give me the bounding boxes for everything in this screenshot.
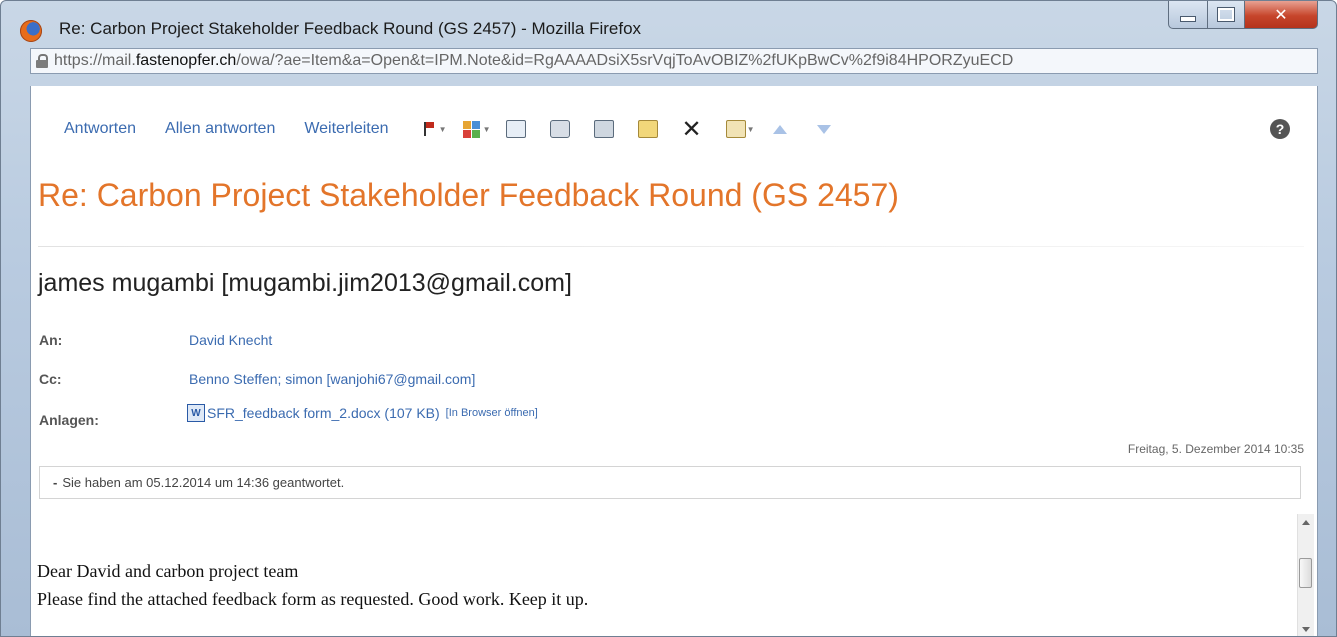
body-line: Please find the attached feedback form a… xyxy=(37,589,589,609)
scroll-down-icon[interactable] xyxy=(1302,627,1310,632)
info-bullet: - xyxy=(53,475,58,490)
info-notice: Sie haben am 05.12.2014 um 14:36 geantwo… xyxy=(62,475,345,490)
to-label: An: xyxy=(39,332,63,348)
categories-icon[interactable]: ▼ xyxy=(462,119,491,139)
mail-content: Antworten Allen antworten Weiterleiten ▼… xyxy=(30,86,1319,636)
word-document-icon: W xyxy=(187,404,205,422)
view-message-icon[interactable] xyxy=(505,119,526,139)
maximize-button[interactable] xyxy=(1207,1,1245,29)
cc-label: Cc: xyxy=(39,371,62,387)
divider xyxy=(38,246,1304,247)
open-in-browser-link[interactable]: [In Browser öffnen] xyxy=(446,407,538,419)
firefox-logo-icon xyxy=(20,20,42,42)
url-prefix: https://mail. xyxy=(54,52,136,69)
attachment-link[interactable]: SFR_feedback form_2.docx (107 KB) xyxy=(207,405,440,421)
message-toolbar: Antworten Allen antworten Weiterleiten ▼… xyxy=(31,114,1319,144)
url-path: /owa/?ae=Item&a=Open&t=IPM.Note&id=RgAAA… xyxy=(236,52,1014,69)
print-preview-icon[interactable] xyxy=(593,119,614,139)
close-button[interactable]: ✕ xyxy=(1244,1,1318,29)
attachment-row: W SFR_feedback form_2.docx (107 KB) [In … xyxy=(187,404,538,422)
url-text[interactable]: https://mail.fastenopfer.ch/owa/?ae=Item… xyxy=(54,52,1013,70)
forward-button[interactable]: Weiterleiten xyxy=(304,120,388,138)
cc-recipients-link[interactable]: Benno Steffen; simon [wanjohi67@gmail.co… xyxy=(189,371,475,387)
reply-all-button[interactable]: Allen antworten xyxy=(165,120,275,138)
to-recipient-link[interactable]: David Knecht xyxy=(189,332,272,348)
print-icon[interactable] xyxy=(549,119,570,139)
sender: james mugambi [mugambi.jim2013@gmail.com… xyxy=(38,269,572,297)
minimize-button[interactable] xyxy=(1168,1,1208,29)
delete-icon[interactable]: ✕ xyxy=(681,115,701,143)
body-scrollbar[interactable] xyxy=(1297,514,1314,636)
minimize-icon xyxy=(1180,15,1196,22)
message-date: Freitag, 5. Dezember 2014 10:35 xyxy=(1127,442,1304,456)
info-bar: - Sie haben am 05.12.2014 um 14:36 geant… xyxy=(39,466,1301,499)
lock-icon xyxy=(36,54,48,68)
previous-item-icon[interactable] xyxy=(770,119,790,139)
url-host: fastenopfer.ch xyxy=(135,52,237,69)
address-bar[interactable]: https://mail.fastenopfer.ch/owa/?ae=Item… xyxy=(30,48,1318,74)
message-body: Dear David and carbon project team Pleas… xyxy=(37,557,588,613)
scroll-thumb[interactable] xyxy=(1299,558,1312,588)
next-item-icon[interactable] xyxy=(814,119,834,139)
move-copy-icon[interactable]: ▼ xyxy=(725,119,755,139)
flag-icon[interactable]: ▼ xyxy=(418,119,447,139)
move-to-folder-icon[interactable] xyxy=(637,119,658,139)
reply-button[interactable]: Antworten xyxy=(64,120,136,138)
attachments-label: Anlagen: xyxy=(39,412,99,428)
maximize-icon xyxy=(1217,7,1235,22)
browser-window: Re: Carbon Project Stakeholder Feedback … xyxy=(0,0,1337,637)
window-title: Re: Carbon Project Stakeholder Feedback … xyxy=(59,19,642,38)
close-icon: ✕ xyxy=(1274,5,1288,24)
scroll-up-icon[interactable] xyxy=(1302,520,1310,525)
help-icon[interactable]: ? xyxy=(1270,119,1290,139)
body-line: Dear David and carbon project team xyxy=(37,561,299,581)
message-subject: Re: Carbon Project Stakeholder Feedback … xyxy=(38,177,899,213)
